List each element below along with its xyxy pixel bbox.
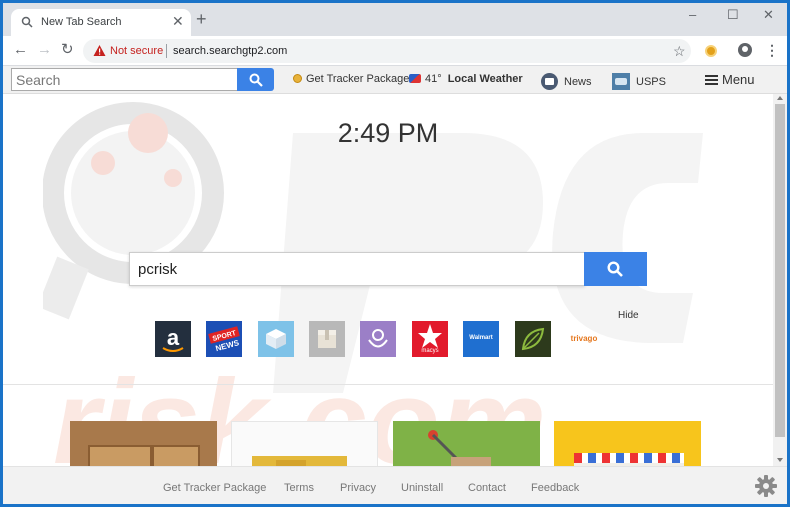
security-indicator[interactable]: Not secure: [110, 45, 163, 57]
scroll-down-arrow-icon[interactable]: [777, 458, 783, 462]
package-icon: [266, 329, 286, 349]
card-3-graphic: [428, 430, 491, 471]
url-text[interactable]: search.searchgtp2.com: [173, 45, 287, 57]
package-shortcut[interactable]: [258, 321, 294, 357]
macys-label: macys: [421, 348, 439, 354]
amazon-icon: a: [162, 325, 184, 352]
promo-card-1[interactable]: [70, 421, 217, 471]
macys-shortcut[interactable]: macys: [412, 321, 448, 357]
reload-button[interactable]: ↻: [61, 42, 74, 58]
search-icon: [249, 73, 263, 87]
walmart-label: Walmart: [469, 335, 493, 341]
top-search-button[interactable]: [237, 68, 274, 91]
walmart-shortcut[interactable]: Walmart: [463, 321, 499, 357]
package-tracker-icon: [293, 74, 302, 83]
local-weather-label: Local Weather: [447, 73, 523, 85]
card-4-envelope-stripe: [574, 453, 684, 463]
flower-shortcut[interactable]: [360, 321, 396, 357]
flower-icon: [368, 329, 388, 348]
search-icon: [607, 261, 623, 277]
footer-get-tracker-package[interactable]: Get Tracker Package: [163, 482, 266, 494]
extension-topbar: Get Tracker Package 41° Local Weather Ne…: [3, 66, 787, 94]
footer-uninstall[interactable]: Uninstall: [401, 482, 443, 494]
temperature: 41°: [425, 73, 442, 85]
minimize-button[interactable]: –: [689, 8, 696, 22]
warning-icon: [93, 45, 106, 56]
menu-button[interactable]: Menu: [722, 72, 755, 87]
extension-icon[interactable]: [705, 45, 717, 57]
promo-card-2[interactable]: [231, 421, 378, 471]
scroll-thumb[interactable]: [775, 104, 785, 437]
trivago-label: trivago: [570, 334, 598, 343]
settings-gear-icon[interactable]: [755, 475, 777, 497]
clock: 2:49 PM: [337, 118, 439, 148]
leaf-icon: [521, 327, 545, 351]
promo-card-3[interactable]: [393, 421, 540, 471]
box-icon: [318, 330, 336, 348]
hide-shortcuts-link[interactable]: Hide: [618, 310, 639, 321]
back-button[interactable]: ←: [13, 42, 28, 58]
weather-icon: [409, 74, 421, 83]
news-icon: [541, 73, 558, 90]
browser-menu-icon[interactable]: ⋮: [765, 42, 779, 58]
url-divider: [166, 44, 167, 58]
trivago-shortcut[interactable]: trivago: [566, 321, 602, 357]
address-bar[interactable]: Not secure search.searchgtp2.com ☆: [83, 39, 691, 63]
scroll-up-arrow-icon[interactable]: [777, 96, 783, 100]
footer-contact[interactable]: Contact: [468, 482, 506, 494]
usps-label: USPS: [636, 76, 666, 88]
main-search-button[interactable]: [584, 252, 647, 286]
usps-icon: [612, 73, 630, 90]
amazon-shortcut[interactable]: a: [155, 321, 191, 357]
close-window-button[interactable]: ✕: [763, 8, 774, 22]
star-icon: [418, 324, 442, 348]
get-tracker-package-label: Get Tracker Package: [306, 73, 410, 85]
tab-new-tab-search[interactable]: New Tab Search ✕: [11, 9, 191, 36]
sport-news-shortcut[interactable]: SPORT NEWS: [206, 321, 242, 357]
usps-link[interactable]: USPS: [612, 73, 666, 90]
box-shortcut[interactable]: [309, 321, 345, 357]
profile-avatar-icon[interactable]: [738, 43, 752, 57]
get-tracker-package-link[interactable]: Get Tracker Package: [293, 73, 409, 85]
divider: [3, 384, 773, 385]
footer-feedback[interactable]: Feedback: [531, 482, 579, 494]
top-search-input[interactable]: [11, 68, 238, 91]
news-label: News: [564, 76, 592, 88]
tab-title: New Tab Search: [41, 16, 122, 28]
search-icon: [21, 16, 33, 28]
news-link[interactable]: News: [541, 73, 592, 90]
promo-card-4[interactable]: [554, 421, 701, 471]
forward-button[interactable]: →: [37, 42, 52, 58]
bookmark-star-icon[interactable]: ☆: [673, 43, 686, 60]
svg-text:a: a: [167, 325, 180, 350]
browser-window: New Tab Search ✕ + – ☐ ✕ ← → ↻ Not secur…: [3, 3, 787, 504]
close-tab-icon[interactable]: ✕: [172, 14, 184, 28]
main-search-input[interactable]: [129, 252, 585, 286]
browser-toolbar: ← → ↻ Not secure search.searchgtp2.com ☆…: [3, 36, 787, 66]
hamburger-menu-icon[interactable]: [705, 75, 718, 85]
footer-terms[interactable]: Terms: [284, 482, 314, 494]
maximize-button[interactable]: ☐: [727, 8, 739, 22]
leaf-shortcut[interactable]: [515, 321, 551, 357]
new-tab-button[interactable]: +: [196, 10, 207, 28]
footer-privacy[interactable]: Privacy: [340, 482, 376, 494]
sport-news-icon: SPORT NEWS: [208, 326, 241, 353]
local-weather-link[interactable]: 41° Local Weather: [409, 73, 523, 85]
page-scrollbar[interactable]: [773, 94, 787, 466]
footer: Get Tracker Package Terms Privacy Uninst…: [3, 466, 787, 504]
tab-strip: New Tab Search ✕ + – ☐ ✕: [3, 3, 787, 36]
